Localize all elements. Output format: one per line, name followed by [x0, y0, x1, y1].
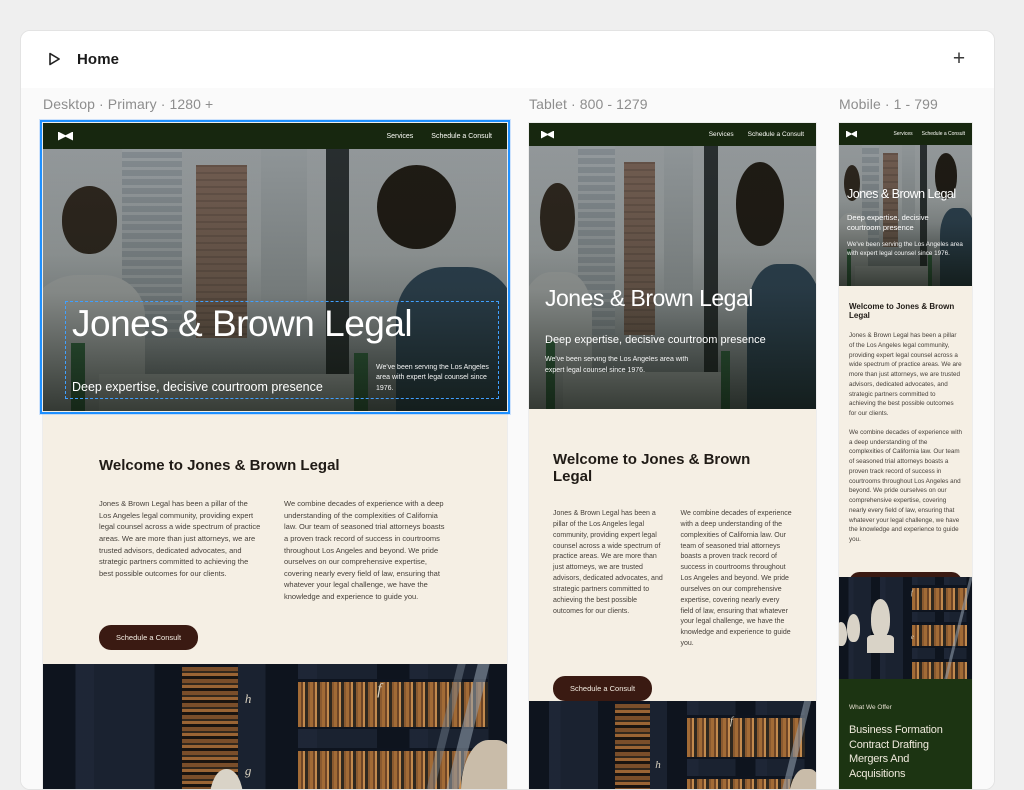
welcome-section[interactable]: Welcome to Jones & Brown Legal Jones & B…	[839, 286, 972, 577]
hero-title: Jones & Brown Legal	[72, 305, 492, 344]
frame-tablet[interactable]: Services Schedule a Consult Jones & Brow…	[529, 123, 816, 790]
hero-since-text: We've been serving the Los Angeles area …	[847, 240, 966, 258]
welcome-paragraph-2: We combine decades of experience with a …	[681, 509, 793, 650]
nav-link-services[interactable]: Services	[709, 131, 734, 138]
welcome-paragraph-1: Jones & Brown Legal has been a pillar of…	[553, 509, 665, 650]
library-photo: f e	[839, 577, 972, 679]
play-icon	[46, 51, 62, 67]
nav-link-schedule[interactable]: Schedule a Consult	[431, 133, 492, 140]
offer-item: Business Formation	[849, 723, 962, 738]
library-letter-f: f	[377, 681, 381, 699]
bowtie-logo-icon	[846, 131, 857, 138]
breakpoint-label-desktop[interactable]: Desktop · Primary · 1280 +	[43, 96, 213, 112]
hero-section[interactable]: Jones & Brown Legal Deep expertise, deci…	[839, 145, 972, 286]
hero-title: Jones & Brown Legal	[847, 188, 968, 201]
welcome-heading: Welcome to Jones & Brown Legal	[99, 457, 447, 474]
welcome-heading: Welcome to Jones & Brown Legal	[553, 451, 792, 485]
site-navbar[interactable]: Services Schedule a Consult	[43, 123, 507, 149]
hero-section[interactable]: Jones & Brown Legal Deep expertise, deci…	[529, 146, 816, 409]
library-photo: h g f e	[43, 664, 507, 790]
library-letter-h: h	[245, 691, 252, 707]
offer-label: What We Offer	[849, 704, 962, 711]
welcome-paragraph-1: Jones & Brown Legal has been a pillar of…	[99, 498, 262, 603]
nav-link-services[interactable]: Services	[893, 131, 912, 137]
design-canvas[interactable]: Desktop · Primary · 1280 + Tablet · 800 …	[21, 88, 994, 789]
preview-play-button[interactable]	[43, 48, 65, 70]
hero-text-block[interactable]: Jones & Brown Legal Deep expertise, deci…	[545, 286, 796, 376]
welcome-section[interactable]: Welcome to Jones & Brown Legal Jones & B…	[43, 411, 507, 664]
hero-title: Jones & Brown Legal	[545, 286, 796, 310]
offer-item: Contract Drafting	[849, 738, 962, 753]
offer-item: Mergers And Acquisitions	[849, 752, 962, 781]
schedule-consult-button[interactable]: Schedule a Consult	[99, 625, 198, 650]
editor-panel: Home + Desktop · Primary · 1280 + Tablet…	[20, 30, 995, 790]
library-letter-g: g	[245, 763, 252, 779]
hero-text-block[interactable]: Jones & Brown Legal Deep expertise, deci…	[65, 301, 499, 399]
site-navbar[interactable]: Services Schedule a Consult	[839, 123, 972, 145]
hero-since-text: We've been serving the Los Angeles area …	[545, 355, 695, 376]
hero-tagline: Deep expertise, decisive courtroom prese…	[72, 380, 323, 394]
welcome-heading: Welcome to Jones & Brown Legal	[849, 302, 962, 320]
nav-link-services[interactable]: Services	[386, 133, 413, 140]
hero-tagline: Deep expertise, decisive courtroom prese…	[545, 334, 796, 346]
nav-link-schedule[interactable]: Schedule a Consult	[748, 131, 804, 138]
what-we-offer-section[interactable]: What We Offer Business Formation Contrac…	[839, 679, 972, 790]
page-title[interactable]: Home	[77, 51, 119, 68]
library-letter-f: f	[911, 589, 913, 597]
welcome-paragraph-2: We combine decades of experience with a …	[284, 498, 447, 603]
library-letter-f: f	[730, 715, 733, 727]
library-letter-h: h	[655, 759, 661, 771]
hero-text-block[interactable]: Jones & Brown Legal Deep expertise, deci…	[847, 188, 968, 258]
breakpoint-label-mobile[interactable]: Mobile · 1 - 799	[839, 96, 938, 112]
welcome-paragraph-1: Jones & Brown Legal has been a pillar of…	[849, 331, 962, 419]
frame-mobile[interactable]: Services Schedule a Consult Jones & Brow…	[839, 123, 972, 790]
site-navbar[interactable]: Services Schedule a Consult	[529, 123, 816, 146]
library-photo: h f	[529, 701, 816, 790]
library-letter-e: e	[911, 633, 914, 641]
nav-link-schedule[interactable]: Schedule a Consult	[922, 131, 965, 137]
frame-desktop[interactable]: Services Schedule a Consult Jones & Brow…	[43, 123, 507, 790]
welcome-section[interactable]: Welcome to Jones & Brown Legal Jones & B…	[529, 409, 816, 701]
hero-tagline: Deep expertise, decisive courtroom prese…	[847, 213, 962, 233]
hero-section[interactable]: Jones & Brown Legal Deep expertise, deci…	[43, 149, 507, 411]
page-topbar: Home +	[21, 31, 994, 87]
welcome-paragraph-2: We combine decades of experience with a …	[849, 428, 962, 545]
hero-since-text: We've been serving the Los Angeles area …	[376, 363, 492, 395]
bowtie-logo-icon	[541, 131, 554, 139]
breakpoint-label-tablet[interactable]: Tablet · 800 - 1279	[529, 96, 648, 112]
add-breakpoint-button[interactable]: +	[946, 46, 972, 72]
bowtie-logo-icon	[58, 132, 73, 141]
schedule-consult-button[interactable]: Schedule a Consult	[553, 676, 652, 701]
